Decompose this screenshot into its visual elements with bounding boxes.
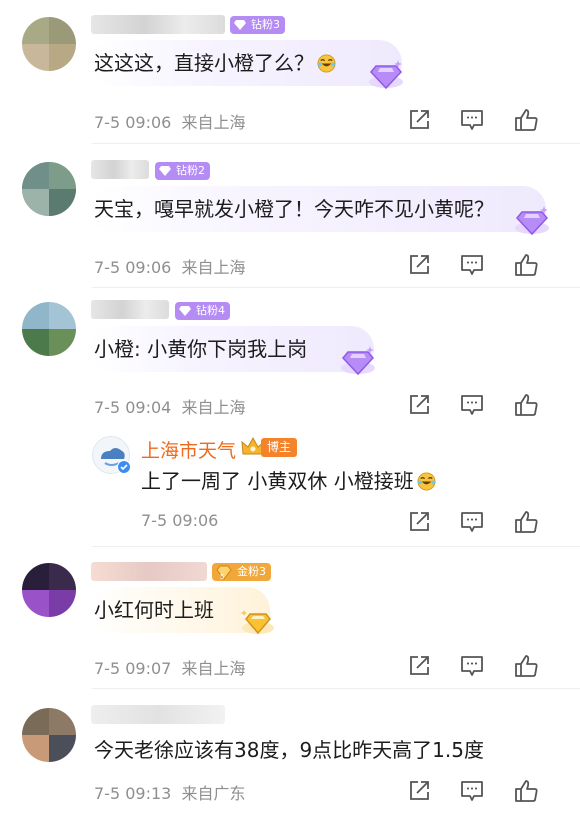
diamond-bubble-decor-icon <box>515 206 549 236</box>
location: 来自上海 <box>181 258 246 277</box>
comment-icon <box>461 110 483 130</box>
comment-icon <box>461 395 483 415</box>
timestamp: 7-5 09:06 <box>141 511 219 530</box>
fan-badge[interactable]: 钻粉2 <box>155 162 210 180</box>
timestamp: 7-5 09:06 <box>94 258 172 277</box>
svg-text:5: 5 <box>220 573 224 580</box>
gold-fan-icon: 5 <box>216 565 232 580</box>
avatar[interactable] <box>22 17 76 71</box>
divider <box>92 287 580 288</box>
fan-badge[interactable]: 钻粉3 <box>230 16 285 34</box>
username-blurred[interactable] <box>91 705 225 724</box>
share-button[interactable] <box>406 653 432 679</box>
share-icon <box>410 255 429 274</box>
comment-button[interactable] <box>459 509 485 535</box>
comment-meta: 7-5 09:06 来自上海 <box>94 254 246 278</box>
diamond-bubble-decor-icon <box>369 60 403 90</box>
like-button[interactable] <box>513 509 539 535</box>
comment-meta: 7-5 09:04 来自上海 <box>94 394 246 418</box>
comment-text: 今天老徐应该有38度，9点比昨天高了1.5度 <box>94 738 484 762</box>
share-icon <box>410 512 429 531</box>
comment-text: 小橙: 小黄你下岗我上岗 <box>94 337 308 361</box>
diamond-bubble-decor-icon <box>341 346 375 376</box>
comment-button[interactable] <box>459 392 485 418</box>
avatar[interactable] <box>22 302 76 356</box>
timestamp: 7-5 09:06 <box>94 113 172 132</box>
laughing-tears-icon <box>317 54 336 73</box>
blogger-name[interactable]: 上海市天气 <box>141 436 236 463</box>
thumbs-up-icon <box>515 655 538 677</box>
blogger-tag[interactable]: 博主 <box>261 438 298 457</box>
thumbs-up-icon <box>515 254 538 276</box>
share-button[interactable] <box>406 252 432 278</box>
comment-text: 这这这，直接小橙了么？ <box>94 50 336 76</box>
like-button[interactable] <box>513 107 539 133</box>
username-blurred[interactable] <box>91 300 169 319</box>
like-button[interactable] <box>513 392 539 418</box>
comment-button[interactable] <box>459 778 485 804</box>
divider <box>92 546 580 547</box>
comment-button[interactable] <box>459 252 485 278</box>
share-icon <box>410 656 429 675</box>
comment-icon <box>461 512 483 532</box>
share-icon <box>410 395 429 414</box>
share-button[interactable] <box>406 778 432 804</box>
comment-icon <box>461 255 483 275</box>
laughing-tears-icon <box>417 472 436 491</box>
location: 来自上海 <box>181 398 246 417</box>
timestamp: 7-5 09:07 <box>94 659 172 678</box>
username-blurred[interactable] <box>91 15 225 34</box>
like-button[interactable] <box>513 653 539 679</box>
thumbs-up-icon <box>515 780 538 802</box>
username-blurred[interactable] <box>91 160 149 179</box>
thumbs-up-icon <box>515 394 538 416</box>
avatar[interactable] <box>22 162 76 216</box>
diamond-icon <box>179 306 191 316</box>
like-button[interactable] <box>513 252 539 278</box>
location: 来自广东 <box>181 784 246 803</box>
timestamp: 7-5 09:13 <box>94 784 172 803</box>
divider <box>92 688 580 689</box>
reply-text: 上了一周了 小黄双休 小橙接班 <box>141 468 436 494</box>
gold-bubble-decor-icon <box>241 610 274 635</box>
fan-badge[interactable]: 钻粉4 <box>175 302 230 320</box>
share-icon <box>410 110 429 129</box>
diamond-icon <box>159 166 171 176</box>
diamond-icon <box>234 20 246 30</box>
comment-icon <box>461 781 483 801</box>
share-button[interactable] <box>406 392 432 418</box>
avatar[interactable] <box>22 708 76 762</box>
comment-text: 小红何时上班 <box>94 598 214 622</box>
comment-icon <box>461 656 483 676</box>
location: 来自上海 <box>181 659 246 678</box>
share-button[interactable] <box>406 509 432 535</box>
thumbs-up-icon <box>515 109 538 131</box>
like-button[interactable] <box>513 778 539 804</box>
avatar[interactable] <box>22 563 76 617</box>
share-icon <box>410 781 429 800</box>
thumbs-up-icon <box>515 511 538 533</box>
fan-badge[interactable]: 5 金粉3 <box>212 563 271 581</box>
verified-icon <box>117 460 131 474</box>
location: 来自上海 <box>181 113 246 132</box>
comment-button[interactable] <box>459 653 485 679</box>
timestamp: 7-5 09:04 <box>94 398 172 417</box>
username-blurred[interactable] <box>91 562 207 581</box>
divider <box>92 143 580 144</box>
comment-button[interactable] <box>459 107 485 133</box>
comment-text: 天宝，嘎早就发小橙了！今天咋不见小黄呢？ <box>94 197 494 221</box>
comment-meta: 7-5 09:06 来自上海 <box>94 109 246 133</box>
comment-meta: 7-5 09:07 来自上海 <box>94 655 246 679</box>
comment-meta: 7-5 09:13 来自广东 <box>94 780 246 804</box>
share-button[interactable] <box>406 107 432 133</box>
